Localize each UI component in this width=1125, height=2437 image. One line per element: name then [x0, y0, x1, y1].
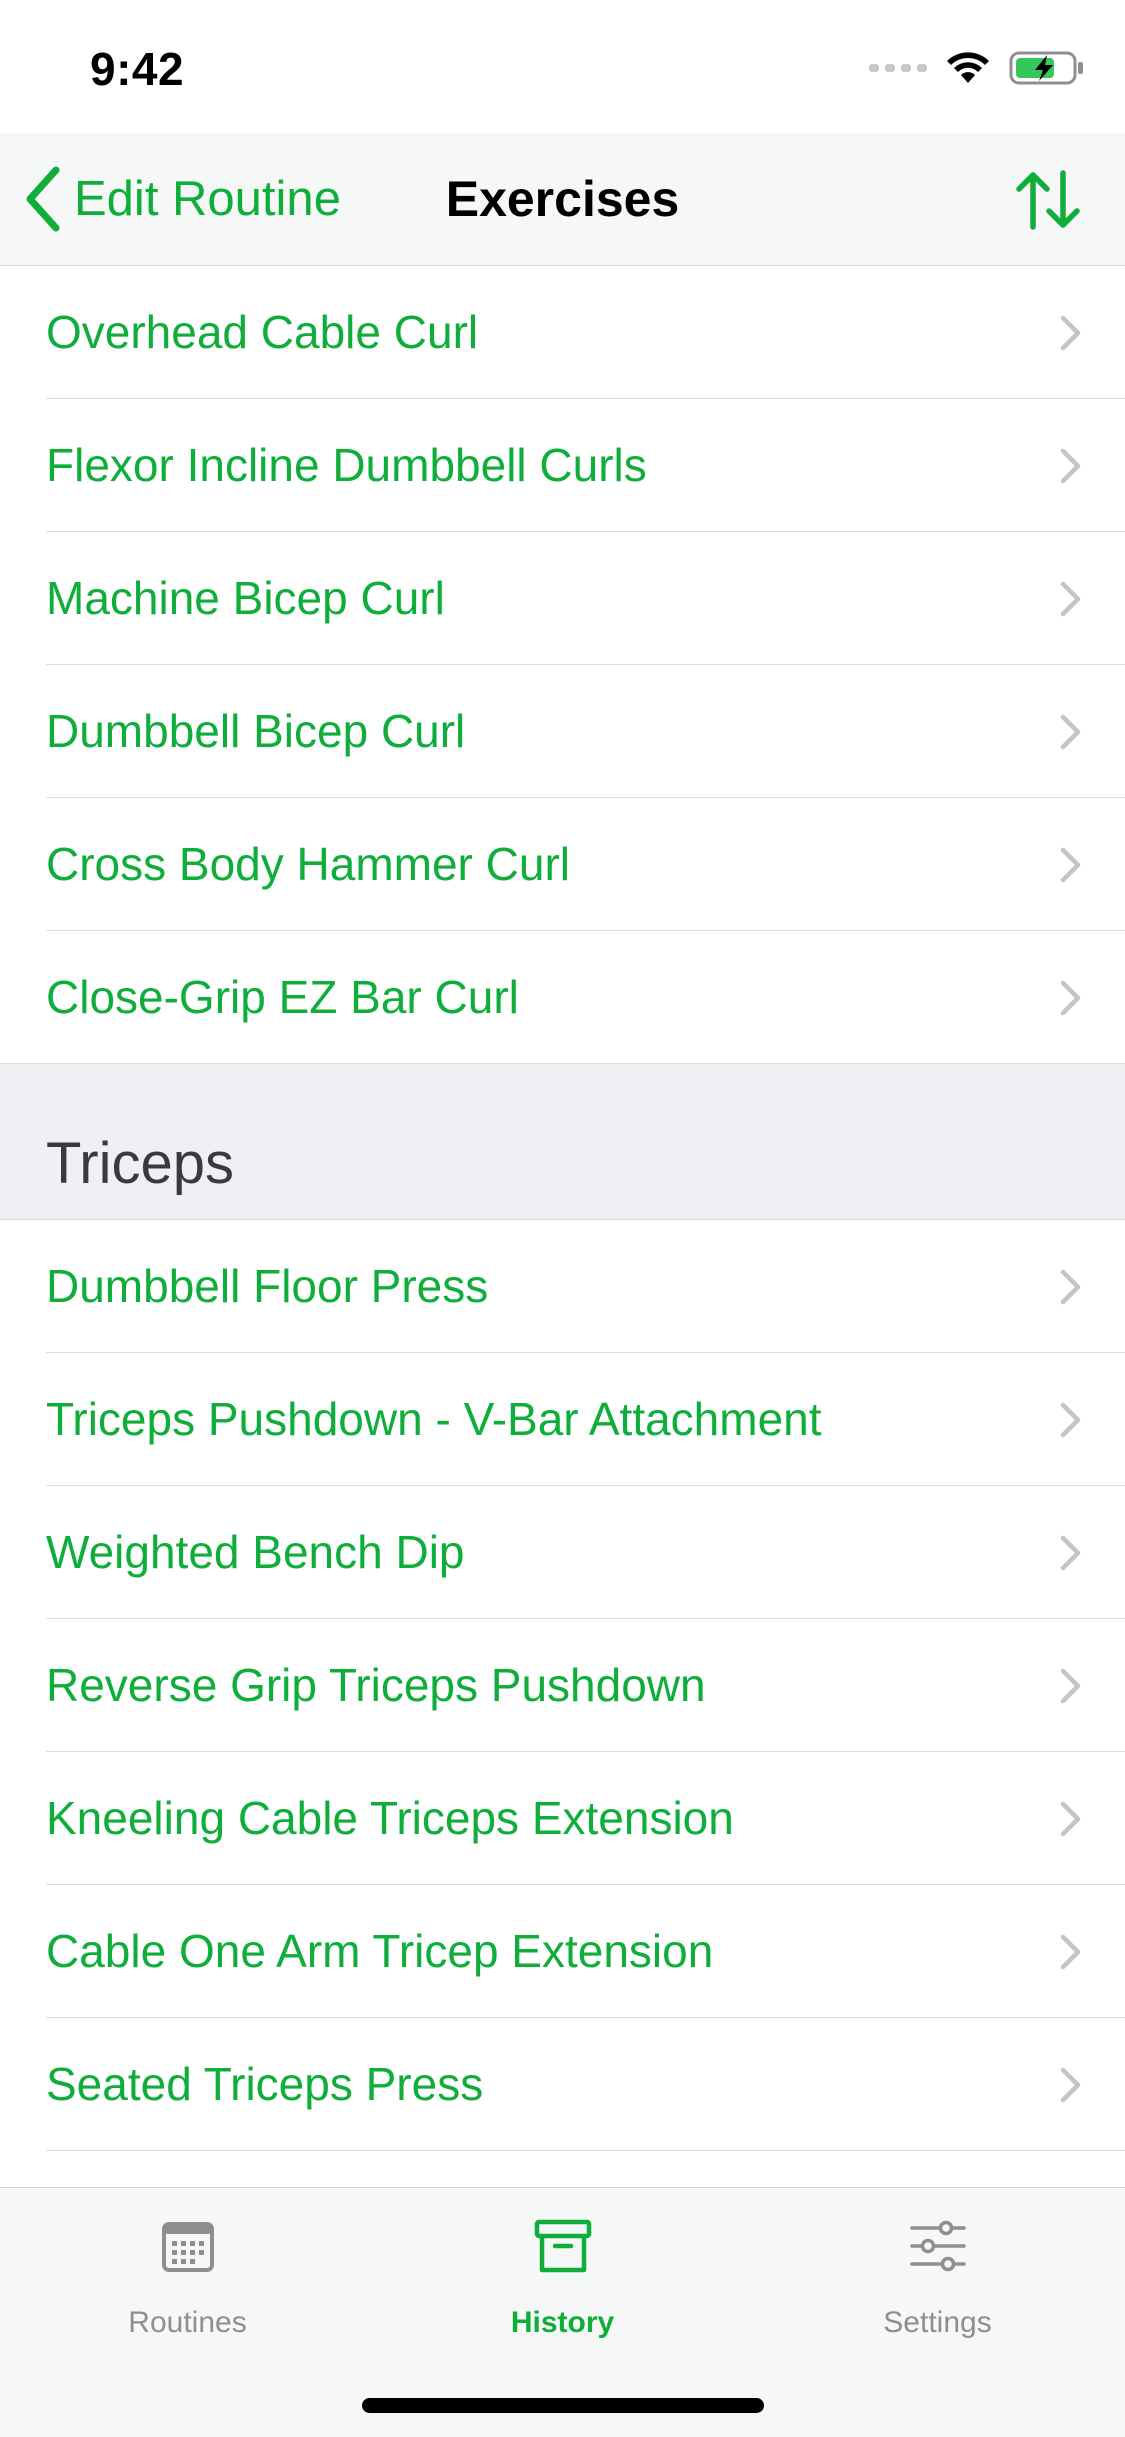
list-item[interactable]: Reverse Grip Triceps Pushdown [0, 1619, 1125, 1752]
chevron-right-icon [1060, 847, 1081, 883]
chevron-right-icon [1060, 1801, 1081, 1837]
exercise-section: Overhead Cable Curl Flexor Incline Dumbb… [0, 266, 1125, 1064]
battery-charging-icon [1009, 51, 1083, 85]
sort-arrows-icon[interactable] [1013, 169, 1083, 231]
list-item-label: Kneeling Cable Triceps Extension [46, 1792, 734, 1844]
list-item-label: Reverse Grip Triceps Pushdown [46, 1659, 706, 1711]
chevron-right-icon [1060, 714, 1081, 750]
chevron-right-icon [1060, 1535, 1081, 1571]
calendar-icon [161, 2222, 214, 2272]
list-item[interactable]: Flexor Incline Dumbbell Curls [0, 399, 1125, 532]
back-button-label: Edit Routine [74, 172, 341, 226]
row-divider [46, 2149, 1125, 2151]
list-item-label: Cross Body Hammer Curl [46, 838, 570, 890]
list-item[interactable]: Dumbbell Bicep Curl [0, 665, 1125, 798]
status-bar: 9:42 [0, 0, 1125, 133]
list-item-label: Dumbbell Floor Press [46, 1260, 489, 1312]
cellular-signal-icon [869, 64, 927, 72]
list-item[interactable]: Machine Bicep Curl [0, 532, 1125, 665]
list-item[interactable]: Triceps Pushdown - V-Bar Attachment [0, 1353, 1125, 1486]
list-item-label: Close-Grip EZ Bar Curl [46, 971, 519, 1023]
chevron-right-icon [1060, 581, 1081, 617]
list-item-label: Triceps Pushdown - V-Bar Attachment [46, 1393, 822, 1445]
archive-box-icon [534, 2219, 591, 2273]
chevron-right-icon [1060, 980, 1081, 1016]
tab-label: Routines [128, 2306, 247, 2339]
section-header: Triceps [0, 1064, 1125, 1220]
chevron-right-icon [1060, 2067, 1081, 2103]
list-item-label: Cable One Arm Tricep Extension [46, 1925, 714, 1977]
section-title: Triceps [46, 1131, 234, 1196]
list-item-label: Machine Bicep Curl [46, 572, 445, 624]
list-item[interactable]: Dumbbell Floor Press [0, 1220, 1125, 1353]
wifi-icon [947, 52, 989, 83]
list-item-label: Dumbbell Bicep Curl [46, 705, 466, 757]
navigation-bar: Edit Routine Exercises [0, 133, 1125, 266]
list-item[interactable]: Kneeling Cable Triceps Extension [0, 1752, 1125, 1885]
list-item[interactable]: Seated Triceps Press [0, 2018, 1125, 2151]
list-item[interactable]: Overhead Cable Curl [0, 266, 1125, 399]
list-item[interactable]: Cable One Arm Tricep Extension [0, 1885, 1125, 2018]
list-item-label: Flexor Incline Dumbbell Curls [46, 439, 647, 491]
home-indicator [362, 2398, 764, 2413]
chevron-left-icon [26, 166, 60, 232]
status-time: 9:42 [90, 43, 185, 95]
tab-settings[interactable]: Settings [750, 2188, 1125, 2368]
sliders-icon [909, 2220, 966, 2272]
list-item[interactable]: Cross Body Hammer Curl [0, 798, 1125, 931]
tab-label: Settings [883, 2306, 992, 2339]
list-item-label: Seated Triceps Press [46, 2058, 484, 2110]
back-button[interactable]: Edit Routine [24, 163, 341, 235]
tab-routines[interactable]: Routines [0, 2188, 375, 2368]
chevron-right-icon [1060, 1668, 1081, 1704]
chevron-right-icon [1060, 1269, 1081, 1305]
list-item[interactable]: Close-Grip EZ Bar Curl [0, 931, 1125, 1064]
exercise-list: Overhead Cable Curl Flexor Incline Dumbb… [0, 266, 1125, 2151]
list-item-label: Overhead Cable Curl [46, 306, 479, 358]
chevron-right-icon [1060, 1402, 1081, 1438]
tab-label: History [510, 2306, 615, 2339]
list-item-label: Weighted Bench Dip [46, 1526, 465, 1578]
tab-history[interactable]: History [375, 2188, 750, 2368]
exercise-section: Dumbbell Floor Press Triceps Pushdown - … [0, 1220, 1125, 2151]
status-indicators [869, 48, 1085, 88]
list-item[interactable]: Weighted Bench Dip [0, 1486, 1125, 1619]
chevron-right-icon [1060, 315, 1081, 351]
chevron-right-icon [1060, 1934, 1081, 1970]
chevron-right-icon [1060, 448, 1081, 484]
